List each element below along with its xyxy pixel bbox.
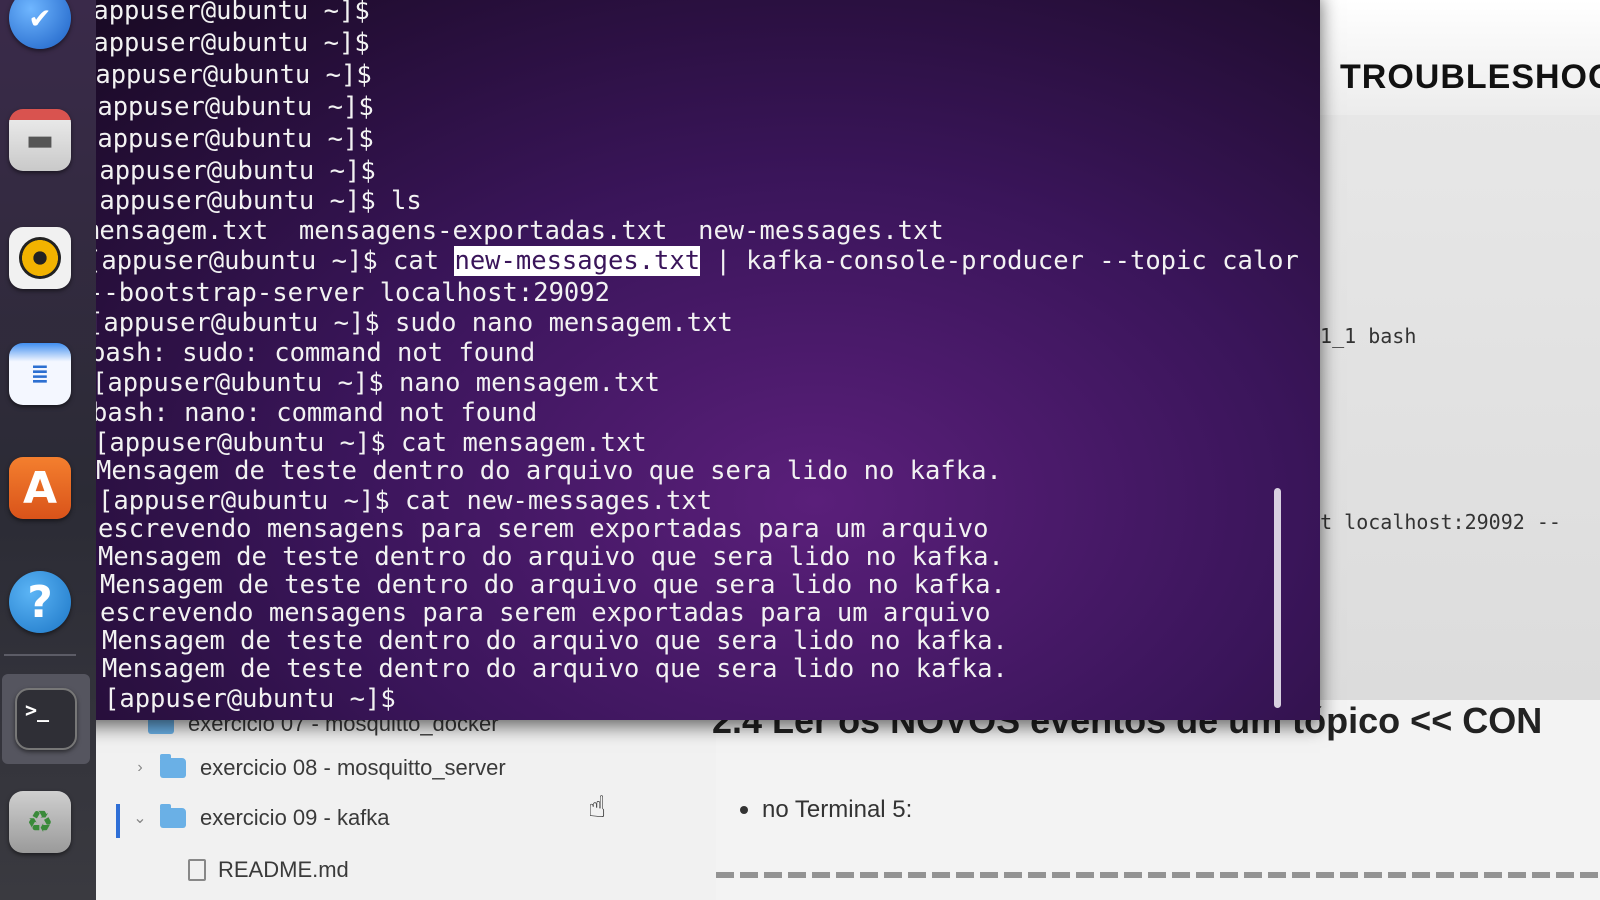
terminal-line-text: escrevendo mensagens para serem exportad… <box>100 598 991 628</box>
terminal-line: mensagem.txt mensagens-exportadas.txt ne… <box>84 216 944 246</box>
terminal-line: escrevendo mensagens para serem exportad… <box>98 514 988 544</box>
dock-item-terminal[interactable]: >_ <box>2 674 90 764</box>
files-icon: ▬ <box>9 109 71 171</box>
terminal-line-text: [appuser@ubuntu ~]$ <box>104 684 396 714</box>
terminal-line: bash: sudo: command not found <box>90 338 535 368</box>
tree-item-exercicio-08[interactable]: › exercicio 08 - mosquitto_server <box>130 748 506 788</box>
terminal-selection[interactable]: new-messages.txt <box>454 246 701 276</box>
dock-divider <box>4 654 76 656</box>
terminal-line-text: Mensagem de teste dentro do arquivo que … <box>102 626 1008 656</box>
writer-icon: ≣ <box>9 343 71 405</box>
terminal-line-text: [appuser@ubuntu ~]$ <box>82 92 374 122</box>
terminal-line: Mensagem de teste dentro do arquivo que … <box>96 456 1002 486</box>
bullet-dot-icon <box>740 806 748 814</box>
launcher-dock: ✔ ▬ ≣ A ? >_ ♻ <box>0 0 96 900</box>
terminal-line: [appuser@ubuntu ~]$ cat mensagem.txt <box>94 428 647 458</box>
help-icon: ? <box>9 571 71 633</box>
terminal-line-text: bash: sudo: command not found <box>90 338 536 368</box>
terminal-line-text: Mensagem de teste dentro do arquivo que … <box>100 570 1006 600</box>
terminal-window[interactable]: [appuser@ubuntu ~]$ [appuser@ubuntu ~]$ [a… <box>58 0 1320 720</box>
terminal-line: [appuser@ubuntu ~]$ cat new-messages.txt <box>98 486 712 516</box>
terminal-line-text: [appuser@ubuntu ~]$ cat new-messages.txt <box>98 486 713 516</box>
dock-item-trash[interactable]: ♻ <box>0 782 80 862</box>
dock-item-music-player[interactable] <box>0 218 80 298</box>
dock-item-software-store[interactable]: A <box>0 448 80 528</box>
browser-icon: ✔ <box>9 0 71 49</box>
terminal-icon: >_ <box>15 688 77 750</box>
terminal-line-text: [appuser@ubuntu ~]$ ls <box>84 186 422 216</box>
terminal-line: [appuser@ubuntu ~]$ ls <box>84 186 422 216</box>
terminal-line: [appuser@ubuntu ~]$ <box>82 124 374 154</box>
tree-item-exercicio-09[interactable]: ⌄ exercicio 09 - kafka <box>130 798 390 838</box>
hand-cursor-icon: ☝ <box>588 790 607 825</box>
terminal-line-text: [appuser@ubuntu ~]$ cat mensagem.txt <box>94 428 647 458</box>
terminal-line: [appuser@ubuntu ~]$ cat new-messages.txt… <box>86 246 1299 276</box>
folder-icon <box>160 804 186 828</box>
preview-code-fragment: -1_1 bash <box>1308 324 1417 348</box>
terminal-line-text: [appuser@ubuntu ~]$ <box>78 28 370 58</box>
terminal-line: [appuser@ubuntu ~]$ <box>104 684 396 714</box>
tree-item-label: README.md <box>218 857 349 882</box>
dock-item-files[interactable]: ▬ <box>0 100 80 180</box>
terminal-line: Mensagem de teste dentro do arquivo que … <box>98 542 1004 572</box>
terminal-line-text: Mensagem de teste dentro do arquivo que … <box>102 654 1008 684</box>
dock-item-web-browser[interactable]: ✔ <box>0 0 80 58</box>
terminal-line-text: [appuser@ubuntu ~]$ <box>80 60 372 90</box>
terminal-line-text: [appuser@ubuntu ~]$ nano mensagem.txt <box>92 368 661 398</box>
terminal-line-text: [appuser@ubuntu ~]$ <box>82 124 374 154</box>
trash-icon: ♻ <box>9 791 71 853</box>
terminal-line: Mensagem de teste dentro do arquivo que … <box>100 570 1006 600</box>
terminal-line-text: --bootstrap-server localhost:29092 <box>88 278 610 308</box>
terminal-scrollbar[interactable] <box>1274 488 1281 708</box>
terminal-line: escrevendo mensagens para serem exportad… <box>100 598 990 628</box>
chevron-right-icon[interactable]: › <box>130 759 150 777</box>
terminal-line-text: [appuser@ubuntu ~]$ <box>84 156 376 186</box>
tree-item-label: exercicio 09 - kafka <box>200 805 390 830</box>
terminal-line-text: Mensagem de teste dentro do arquivo que … <box>96 456 1002 486</box>
terminal-line-text: | kafka-console-producer --topic calor <box>700 246 1299 276</box>
terminal-line: [appuser@ubuntu ~]$ <box>78 0 370 26</box>
music-player-icon <box>9 227 71 289</box>
preview-bullet-text: no Terminal 5: <box>762 796 913 823</box>
terminal-line: --bootstrap-server localhost:29092 <box>88 278 610 308</box>
tree-active-indicator <box>116 804 120 838</box>
tree-item-label: exercicio 08 - mosquitto_server <box>200 755 506 780</box>
dock-item-help[interactable]: ? <box>0 562 80 642</box>
terminal-line-text: Mensagem de teste dentro do arquivo que … <box>98 542 1004 572</box>
terminal-line-text: mensagem.txt mensagens-exportadas.txt ne… <box>84 216 944 246</box>
terminal-line: [appuser@ubuntu ~]$ <box>82 92 374 122</box>
preview-heading-fragment: TROUBLESHOOTING <box>1340 58 1600 90</box>
file-icon <box>188 859 206 881</box>
preview-truncated-line <box>716 872 1600 878</box>
terminal-line: [appuser@ubuntu ~]$ sudo nano mensagem.t… <box>88 308 733 338</box>
terminal-line: [appuser@ubuntu ~]$ <box>84 156 376 186</box>
terminal-line: [appuser@ubuntu ~]$ <box>78 28 370 58</box>
terminal-line: bash: nano: command not found <box>92 398 537 428</box>
software-store-icon: A <box>9 457 71 519</box>
terminal-line-text: bash: nano: command not found <box>92 398 538 428</box>
terminal-line-text: [appuser@ubuntu ~]$ sudo nano mensagem.t… <box>88 308 733 338</box>
preview-code-fragment: ist localhost:29092 -- <box>1296 510 1561 534</box>
terminal-line: Mensagem de teste dentro do arquivo que … <box>102 626 1008 656</box>
tree-item-readme[interactable]: README.md <box>180 850 349 890</box>
folder-icon <box>160 754 186 778</box>
chevron-down-icon[interactable]: ⌄ <box>130 808 150 828</box>
terminal-line-text: [appuser@ubuntu ~]$ cat <box>86 246 455 276</box>
terminal-line-text: [appuser@ubuntu ~]$ <box>78 0 370 26</box>
preview-bullet-item: no Terminal 5: <box>740 796 912 824</box>
terminal-line: [appuser@ubuntu ~]$ nano mensagem.txt <box>92 368 660 398</box>
dock-item-writer[interactable]: ≣ <box>0 334 80 414</box>
terminal-line: [appuser@ubuntu ~]$ <box>80 60 372 90</box>
terminal-line-text: escrevendo mensagens para serem exportad… <box>98 514 989 544</box>
terminal-line: Mensagem de teste dentro do arquivo que … <box>102 654 1008 684</box>
